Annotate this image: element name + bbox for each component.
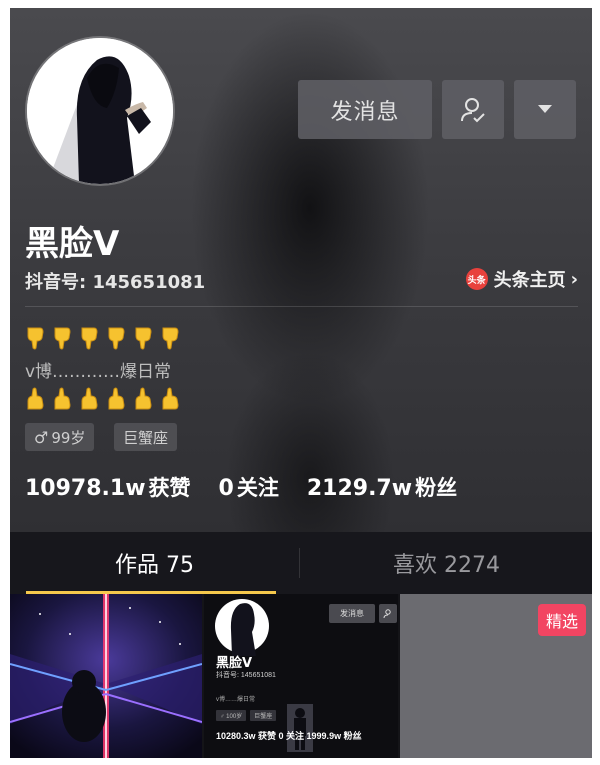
- video-grid: 发消息 黑脸V 抖音号: 145651081 v博……爆日常 ♂ 100岁 巨蟹…: [10, 594, 592, 758]
- likes-stat[interactable]: 10978.1w 获赞: [25, 472, 191, 502]
- mini-zodiac-tag: 巨蟹座: [250, 710, 277, 721]
- mini-message-button: 发消息: [329, 604, 375, 623]
- pointing-up-icon: [135, 387, 152, 410]
- followers-stat[interactable]: 2129.7w 粉丝: [307, 472, 457, 502]
- mini-douyin-id: 抖音号: 145651081: [216, 672, 276, 679]
- pointing-up-icon: [162, 387, 179, 410]
- neon-corridor-image: [10, 594, 202, 758]
- pointing-down-icon: [162, 327, 179, 350]
- profile-bio: v博…………爆日常: [25, 362, 172, 382]
- caret-down-icon: [538, 104, 552, 113]
- pointing-down-icon: [135, 327, 152, 350]
- emoji-row-pointing-up: [25, 387, 180, 411]
- user-check-icon: [461, 97, 485, 122]
- mini-profile-name: 黑脸V: [216, 656, 253, 671]
- pointing-up-icon: [54, 387, 71, 410]
- pointing-up-icon: [27, 387, 44, 410]
- mini-user-icon: [379, 604, 397, 623]
- zodiac-tag: 巨蟹座: [114, 423, 178, 451]
- toutiao-homepage-link[interactable]: 头条 头条主页 ›: [465, 266, 578, 292]
- likes-label: 获赞: [148, 476, 191, 500]
- pointing-down-icon: [27, 327, 44, 350]
- pointing-up-icon: [108, 387, 125, 410]
- featured-badge: 精选: [537, 604, 586, 636]
- mini-tags: ♂ 100岁 巨蟹座: [216, 710, 277, 721]
- mini-bio: v博……爆日常: [216, 697, 256, 703]
- follow-button[interactable]: [442, 80, 504, 139]
- likes-count: 10978.1w: [25, 476, 146, 501]
- profile-name: 黑脸V: [25, 224, 120, 264]
- profile-stats: 10978.1w 获赞 0 关注 2129.7w 粉丝: [25, 472, 485, 502]
- emoji-row-pointing-down: [25, 326, 180, 350]
- male-icon: ♂: [34, 427, 49, 447]
- followers-count: 2129.7w: [306, 476, 413, 501]
- standing-figure-image: [287, 704, 313, 752]
- hooded-figure-image: [27, 38, 173, 184]
- following-stat[interactable]: 0 关注: [219, 472, 279, 502]
- age-label: 99岁: [51, 428, 86, 447]
- pointing-down-icon: [54, 327, 71, 350]
- following-count: 0: [218, 476, 234, 501]
- chevron-right-icon: ›: [570, 268, 578, 290]
- pointing-up-icon: [81, 387, 98, 410]
- send-message-button[interactable]: 发消息: [298, 80, 432, 139]
- user-check-icon: [383, 608, 391, 618]
- pointing-down-icon: [108, 327, 125, 350]
- tab-likes[interactable]: 喜欢 2274: [302, 532, 591, 594]
- pointing-down-icon: [81, 327, 98, 350]
- video-thumbnail[interactable]: 发消息 黑脸V 抖音号: 145651081 v博……爆日常 ♂ 100岁 巨蟹…: [204, 594, 398, 758]
- mini-stats: 10280.3w 获赞 0 关注 1999.9w 粉丝: [216, 731, 362, 741]
- mini-avatar: [215, 599, 269, 656]
- tab-separator: [299, 548, 300, 578]
- video-thumbnail[interactable]: [10, 594, 202, 758]
- divider: [25, 306, 578, 307]
- douyin-id: 抖音号: 145651081: [25, 272, 206, 293]
- followers-label: 粉丝: [415, 476, 458, 500]
- video-thumbnail[interactable]: 精选: [400, 594, 592, 758]
- content-tabs: 作品 75 喜欢 2274: [10, 532, 592, 594]
- tab-works[interactable]: 作品 75: [10, 532, 299, 594]
- toutiao-link-label: 头条主页: [493, 270, 566, 291]
- toutiao-logo-icon: 头条: [465, 268, 488, 290]
- more-options-button[interactable]: [514, 80, 576, 139]
- mini-age-tag: ♂ 100岁: [216, 710, 247, 721]
- profile-screen: 发消息 黑脸V 抖音号: 145651081 头条 头条主页 › v博…………爆…: [10, 8, 592, 758]
- avatar[interactable]: [27, 38, 173, 184]
- gender-age-tag: ♂ 99岁: [25, 423, 95, 451]
- following-label: 关注: [236, 476, 279, 500]
